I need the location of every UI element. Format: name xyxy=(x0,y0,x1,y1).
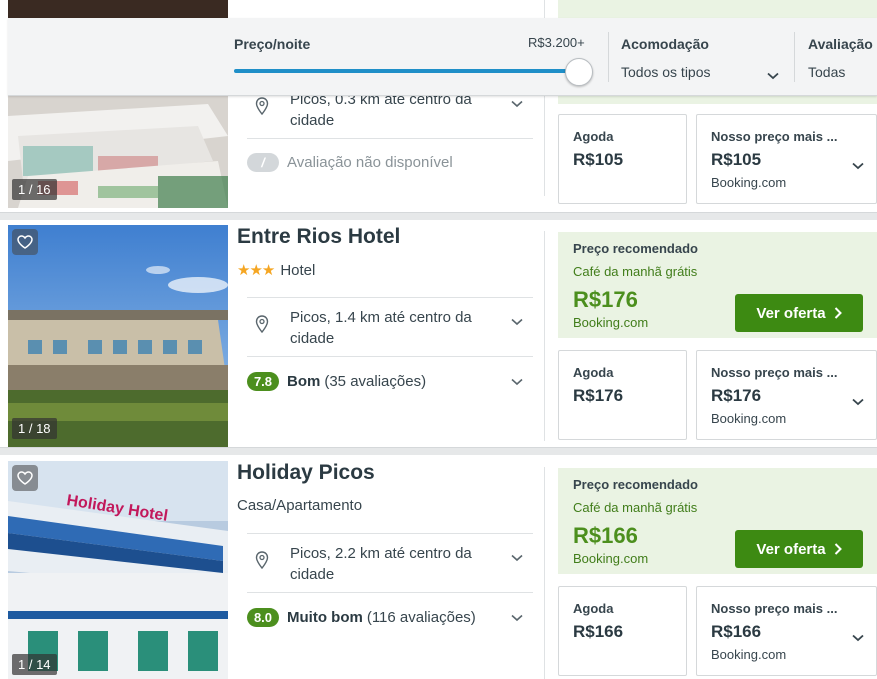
heart-icon[interactable] xyxy=(12,229,38,255)
review-count: (116 avaliações) xyxy=(366,608,476,626)
location-row[interactable]: Picos, 2.2 km até centro da cidade xyxy=(247,533,533,593)
recommended-price-box[interactable]: Preço recomendado Café da manhã grátis R… xyxy=(558,468,877,574)
filter-divider xyxy=(794,32,795,82)
card-separator xyxy=(0,212,877,220)
agoda-label: Agoda xyxy=(573,365,614,380)
filter-bar: Preço/noite R$3.200+ Acomodação Todos os… xyxy=(8,18,877,96)
price-filter-label: Preço/noite xyxy=(234,36,311,52)
card-separator xyxy=(0,447,877,455)
best-price: R$105 xyxy=(711,150,762,169)
agoda-price: R$166 xyxy=(573,622,624,641)
view-offer-label: Ver oferta xyxy=(756,304,826,322)
rating-row[interactable]: 8.0 Muito bom (116 avaliações) xyxy=(247,599,533,635)
rating-na-icon: / xyxy=(247,152,279,172)
chevron-right-icon xyxy=(834,543,842,555)
location-text: Picos, 1.4 km até centro da cidade xyxy=(290,309,472,347)
agoda-price: R$176 xyxy=(573,386,624,405)
recommended-price-box[interactable]: Preço recomendado Café da manhã grátis R… xyxy=(558,232,877,338)
recommended-price: R$176 xyxy=(573,287,638,312)
best-price-provider: Booking.com xyxy=(711,411,787,426)
view-offer-label: Ver oferta xyxy=(756,540,826,558)
score-badge: 7.8 xyxy=(247,371,279,391)
price-slider-handle[interactable] xyxy=(565,58,593,86)
best-price: R$176 xyxy=(711,386,762,405)
chevron-down-icon[interactable] xyxy=(511,93,523,114)
location-pin-icon xyxy=(255,551,269,575)
rating-row: / Avaliação não disponível xyxy=(247,144,533,180)
hotel-type-row: ★★★ Hotel xyxy=(237,261,316,280)
free-breakfast: Café da manhã grátis xyxy=(573,500,698,515)
column-divider xyxy=(544,231,545,441)
hotel-photo[interactable]: Holiday Hotel 1 / 14 xyxy=(8,461,228,679)
review-count: (35 avaliações) xyxy=(324,372,427,390)
agoda-price-box[interactable]: Agoda R$105 xyxy=(558,114,687,204)
rating-select[interactable]: Todas xyxy=(808,64,845,80)
chevron-down-icon[interactable] xyxy=(852,393,864,411)
chevron-down-icon[interactable] xyxy=(511,373,523,390)
agoda-price-box[interactable]: Agoda R$176 xyxy=(558,350,687,440)
chevron-down-icon[interactable] xyxy=(767,67,779,85)
location-text: Picos, 2.2 km até centro da cidade xyxy=(290,545,472,583)
recommended-title: Preço recomendado xyxy=(573,477,698,492)
score-label: Muito bom xyxy=(287,608,363,626)
hotel-type-row: Casa/Apartamento xyxy=(237,497,362,514)
location-row[interactable]: Picos, 1.4 km até centro da cidade xyxy=(247,297,533,357)
hotel-photo[interactable]: 1 / 18 xyxy=(8,225,228,447)
results-page: 1 / 16 Picos, 0.3 km até centro da cidad… xyxy=(0,0,877,679)
chevron-down-icon[interactable] xyxy=(852,629,864,647)
agoda-label: Agoda xyxy=(573,601,614,616)
best-price-provider: Booking.com xyxy=(711,647,787,662)
price-max-value: R$3.200+ xyxy=(528,35,585,50)
photo-count: 1 / 16 xyxy=(12,179,57,200)
price-slider-track[interactable] xyxy=(234,69,581,73)
best-price-box[interactable]: Nosso preço mais ... R$105 Booking.com xyxy=(696,114,877,204)
hotel-name[interactable]: Holiday Picos xyxy=(237,461,375,485)
score-badge: 8.0 xyxy=(247,607,279,627)
chevron-down-icon[interactable] xyxy=(511,547,523,568)
agoda-price: R$105 xyxy=(573,150,624,169)
accommodation-select[interactable]: Todos os tipos xyxy=(621,64,711,80)
chevron-down-icon[interactable] xyxy=(852,157,864,175)
hotel-name[interactable]: Entre Rios Hotel xyxy=(237,225,400,249)
best-price: R$166 xyxy=(711,622,762,641)
column-divider xyxy=(544,467,545,679)
hotel-card-3[interactable]: Holiday Hotel 1 / 14 Holiday Picos Casa/… xyxy=(0,457,877,679)
recommended-title: Preço recomendado xyxy=(573,241,698,256)
best-price-label: Nosso preço mais ... xyxy=(711,601,838,616)
view-offer-button[interactable]: Ver oferta xyxy=(735,294,863,332)
best-price-label: Nosso preço mais ... xyxy=(711,129,838,144)
rating-unavailable-text: Avaliação não disponível xyxy=(287,153,453,171)
hotel-type: Hotel xyxy=(280,261,316,279)
agoda-price-box[interactable]: Agoda R$166 xyxy=(558,586,687,676)
hotel-card-2[interactable]: 1 / 18 Entre Rios Hotel ★★★ Hotel Picos,… xyxy=(0,221,877,447)
rating-row[interactable]: 7.8 Bom (35 avaliações) xyxy=(247,363,533,399)
heart-icon[interactable] xyxy=(12,465,38,491)
best-price-box[interactable]: Nosso preço mais ... R$176 Booking.com xyxy=(696,350,877,440)
free-breakfast: Café da manhã grátis xyxy=(573,264,698,279)
photo-count: 1 / 18 xyxy=(12,418,57,439)
photo-count: 1 / 14 xyxy=(12,654,57,675)
star-rating: ★★★ xyxy=(237,262,275,279)
recommended-price: R$166 xyxy=(573,523,638,548)
score-label: Bom xyxy=(287,372,321,390)
recommended-provider: Booking.com xyxy=(573,315,649,330)
accommodation-filter-label: Acomodação xyxy=(621,36,709,52)
chevron-down-icon[interactable] xyxy=(511,311,523,332)
location-pin-icon xyxy=(255,97,269,121)
best-price-provider: Booking.com xyxy=(711,175,787,190)
filter-divider xyxy=(608,32,609,82)
agoda-label: Agoda xyxy=(573,129,614,144)
chevron-right-icon xyxy=(834,307,842,319)
rating-filter-label: Avaliação xyxy=(808,36,873,52)
recommended-provider: Booking.com xyxy=(573,551,649,566)
view-offer-button[interactable]: Ver oferta xyxy=(735,530,863,568)
hotel-type: Casa/Apartamento xyxy=(237,497,363,514)
location-pin-icon xyxy=(255,315,269,339)
best-price-box[interactable]: Nosso preço mais ... R$166 Booking.com xyxy=(696,586,877,676)
best-price-label: Nosso preço mais ... xyxy=(711,365,838,380)
chevron-down-icon[interactable] xyxy=(511,609,523,626)
